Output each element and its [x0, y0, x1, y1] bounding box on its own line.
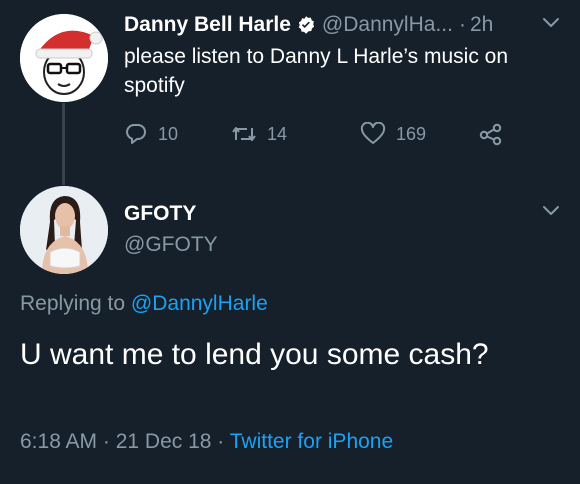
verified-badge-icon	[298, 16, 314, 34]
retweet-icon	[232, 127, 256, 141]
reply-display-name[interactable]: GFOTY	[124, 202, 196, 226]
reply-tweet-text: U want me to lend you some cash?	[20, 338, 489, 371]
chevron-down-icon[interactable]	[542, 204, 560, 218]
share-icon	[479, 123, 502, 146]
retweet-count: 14	[267, 123, 288, 144]
replying-mention-link[interactable]: @DannylHarle	[131, 292, 268, 315]
chevron-down-icon[interactable]	[542, 16, 560, 30]
like-count: 169	[396, 123, 427, 144]
parent-tweet-actions: 10 14 169	[124, 117, 524, 151]
parent-tweet-header: Danny Bell Harle @DannylHa... · 2h	[124, 10, 566, 40]
tweet-thread: Danny Bell Harle @DannylHa... · 2h pleas…	[0, 0, 580, 484]
tweet-meta: 6:18 AM · 21 Dec 18 · Twitter for iPhone	[20, 430, 393, 454]
thread-connector-line	[62, 103, 65, 185]
header-separator: ·	[458, 13, 466, 36]
avatar-danny[interactable]	[20, 14, 108, 102]
parent-handle[interactable]: @DannylHa...	[322, 13, 453, 37]
avatar-photo	[20, 186, 108, 274]
parent-tweet-text: please listen to Danny L Harle’s music o…	[124, 45, 509, 97]
heart-icon	[360, 122, 386, 144]
parent-timestamp[interactable]: 2h	[470, 13, 493, 37]
share-button[interactable]	[478, 117, 514, 151]
reply-handle[interactable]: @GFOTY	[124, 233, 218, 257]
reply-count: 10	[158, 123, 179, 144]
avatar-santa-illustration	[20, 14, 108, 102]
reply-button[interactable]: 10	[124, 117, 178, 151]
replying-prefix: Replying to	[20, 292, 126, 315]
reply-icon	[126, 124, 146, 144]
replying-to-line: Replying to @DannylHarle	[20, 292, 268, 316]
tweet-source-link[interactable]: Twitter for iPhone	[230, 430, 393, 453]
avatar-gfoty[interactable]	[20, 186, 108, 274]
like-button[interactable]: 169	[360, 117, 426, 151]
tweet-timestamp: 6:18 AM · 21 Dec 18 ·	[20, 430, 225, 453]
retweet-button[interactable]: 14	[231, 117, 287, 151]
parent-display-name[interactable]: Danny Bell Harle	[124, 13, 291, 37]
